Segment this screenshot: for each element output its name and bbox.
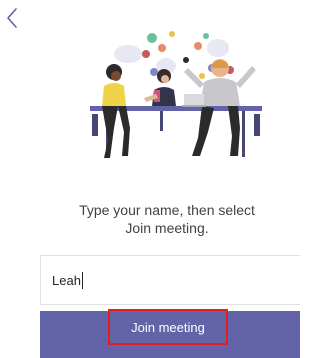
name-input[interactable]: Leah — [40, 255, 300, 305]
join-meeting-screen: Type your name, then select Join meeting… — [0, 0, 300, 358]
name-input-value: Leah — [52, 272, 81, 288]
meeting-people-illustration — [90, 31, 262, 158]
instruction-line-1: Type your name, then select — [79, 202, 255, 218]
text-cursor — [81, 271, 83, 289]
back-button[interactable] — [2, 4, 22, 32]
instruction-line-2: Join meeting. — [125, 220, 209, 236]
join-meeting-button[interactable]: Join meeting — [108, 309, 228, 345]
person-middle — [144, 69, 176, 106]
join-meeting-label: Join meeting — [131, 319, 205, 335]
join-instruction-text: Type your name, then select Join meeting… — [55, 201, 279, 237]
chevron-left-icon — [7, 8, 17, 28]
